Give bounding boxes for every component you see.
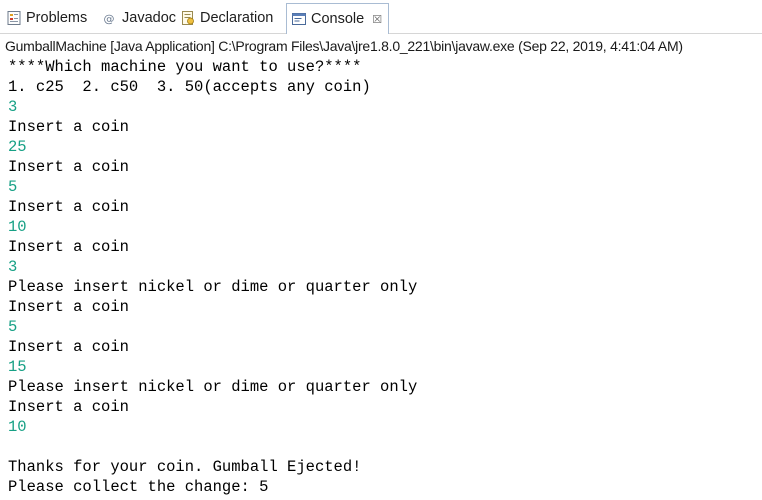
console-input-line: 10 <box>8 418 27 436</box>
console-output-line: Insert a coin <box>8 118 129 136</box>
console-output[interactable]: ****Which machine you want to use?**** 1.… <box>0 57 762 500</box>
tab-problems[interactable]: Problems <box>6 4 87 32</box>
console-output-line: ****Which machine you want to use?**** <box>8 58 362 76</box>
console-icon <box>291 11 307 27</box>
launch-configuration-label: GumballMachine [Java Application] C:\Pro… <box>5 38 683 54</box>
declaration-icon <box>180 10 196 26</box>
console-output-line: Please insert nickel or dime or quarter … <box>8 278 418 296</box>
tab-problems-label: Problems <box>26 10 88 26</box>
console-output-line: Insert a coin <box>8 338 129 356</box>
tab-declaration-label: Declaration <box>200 10 274 26</box>
console-output-line: Insert a coin <box>8 238 129 256</box>
console-input-line: 10 <box>8 218 27 236</box>
javadoc-icon: @ <box>102 10 118 26</box>
console-input-line: 25 <box>8 138 27 156</box>
problems-icon <box>6 10 22 26</box>
console-output-line: Insert a coin <box>8 398 129 416</box>
console-output-line: Please collect the change: 5 <box>8 478 269 496</box>
tab-console-label: Console <box>311 11 365 27</box>
console-input-line: 15 <box>8 358 27 376</box>
console-input-line: 5 <box>8 178 18 196</box>
view-tab-bar: Problems @ Javadoc Declaration Console ☒ <box>0 0 762 34</box>
tab-console[interactable]: Console ☒ <box>286 3 390 34</box>
console-input-line: 3 <box>8 258 18 276</box>
console-output-line: Thanks for your coin. Gumball Ejected! <box>8 458 362 476</box>
console-output-line: Insert a coin <box>8 158 129 176</box>
close-icon[interactable]: ☒ <box>372 13 382 26</box>
svg-text:@: @ <box>104 13 115 26</box>
console-input-line: 5 <box>8 318 18 336</box>
console-input-line: 3 <box>8 98 18 116</box>
console-view: Problems @ Javadoc Declaration Console ☒… <box>0 0 762 500</box>
console-output-line: Insert a coin <box>8 298 129 316</box>
console-output-line: Insert a coin <box>8 198 129 216</box>
tab-javadoc-label: Javadoc <box>122 10 177 26</box>
tab-javadoc[interactable]: @ Javadoc <box>102 4 177 32</box>
tab-declaration[interactable]: Declaration <box>180 4 273 32</box>
console-output-line: 1. c25 2. c50 3. 50(accepts any coin) <box>8 78 371 96</box>
console-output-line: Please insert nickel or dime or quarter … <box>8 378 418 396</box>
